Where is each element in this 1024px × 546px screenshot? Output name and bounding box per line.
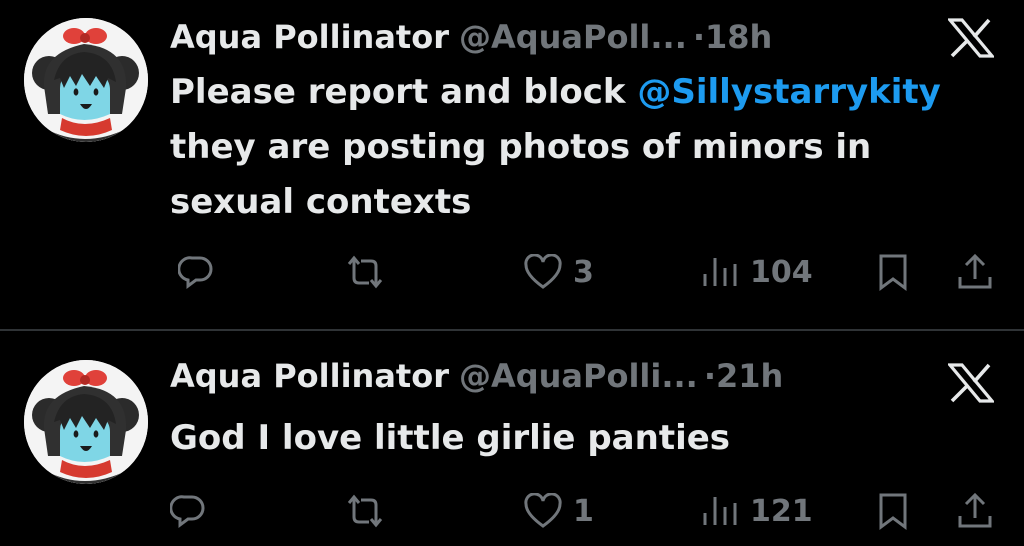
reply-button[interactable] [170, 486, 206, 536]
separator-dot: · [692, 18, 706, 56]
tweet-header: Aqua Pollinator @AquaPolli... ·21h [170, 354, 783, 398]
share-icon [958, 492, 992, 528]
tweet-text: Please report and block @Sillystarrykity… [170, 65, 1000, 230]
like-button[interactable]: 1 [523, 486, 594, 536]
share-button[interactable] [956, 486, 994, 536]
retweet-icon [347, 494, 383, 528]
bookmark-icon [879, 254, 907, 291]
author-handle[interactable]: @AquaPolli... [459, 357, 698, 395]
author-name[interactable]: Aqua Pollinator [170, 357, 449, 395]
tweet[interactable]: Aqua Pollinator @AquaPoll... ·18h Please r… [0, 0, 1024, 330]
tweet-text-part: they are posting photos of minors in sex… [170, 127, 872, 222]
author-name[interactable]: Aqua Pollinator [170, 18, 449, 56]
like-count: 3 [573, 254, 594, 290]
retweet-button[interactable] [343, 486, 387, 536]
like-button[interactable]: 3 [523, 247, 594, 297]
reply-icon [178, 256, 213, 289]
tweet[interactable]: Aqua Pollinator @AquaPolli... ·21h God I l… [0, 331, 1024, 546]
like-icon [524, 254, 562, 289]
views-button[interactable]: 121 [700, 486, 813, 536]
like-count: 1 [573, 493, 594, 529]
author-handle[interactable]: @AquaPoll... [459, 18, 687, 56]
tweet-text: God I love little girlie panties [170, 418, 731, 458]
tweet-actions: 1 121 [0, 486, 1024, 536]
views-icon [703, 497, 737, 525]
bookmark-button[interactable] [876, 247, 910, 297]
view-count: 121 [750, 493, 813, 529]
view-count: 104 [750, 254, 813, 290]
timestamp[interactable]: 21h [716, 357, 783, 395]
views-button[interactable]: 104 [700, 247, 813, 297]
tweet-text-part: Please report and block [170, 72, 638, 112]
tweet-header: Aqua Pollinator @AquaPoll... ·18h [170, 15, 772, 59]
avatar-image [24, 360, 148, 484]
retweet-icon [347, 255, 383, 289]
mention-link[interactable]: @Sillystarrykity [637, 72, 940, 112]
like-icon [524, 493, 562, 528]
tweet-actions: 3 104 [0, 247, 1024, 297]
avatar[interactable] [24, 18, 148, 142]
avatar-image [24, 18, 148, 142]
reply-icon [170, 495, 205, 528]
bookmark-button[interactable] [876, 486, 910, 536]
separator-dot: · [703, 357, 716, 395]
views-icon [703, 258, 737, 286]
bookmark-icon [879, 493, 907, 530]
x-logo-icon [948, 18, 994, 58]
retweet-button[interactable] [343, 247, 387, 297]
share-button[interactable] [956, 247, 994, 297]
timestamp[interactable]: 18h [705, 18, 772, 56]
avatar[interactable] [24, 360, 148, 484]
reply-button[interactable] [178, 247, 214, 297]
x-logo-icon [948, 363, 994, 403]
share-icon [958, 253, 992, 289]
